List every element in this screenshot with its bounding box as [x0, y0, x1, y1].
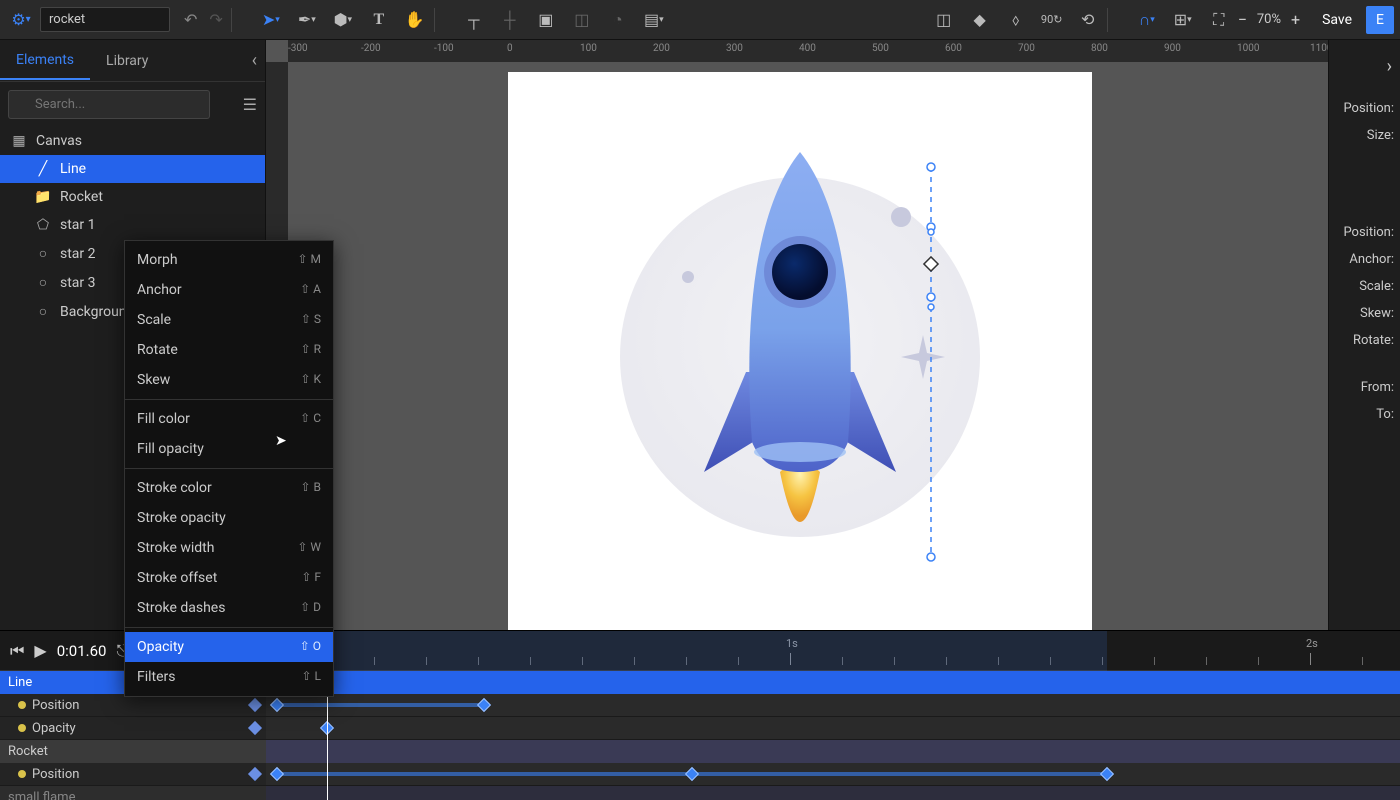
tree-node-canvas[interactable]: ▦ Canvas: [0, 127, 265, 155]
ctx-item-stroke-width[interactable]: Stroke width⇧ W: [125, 533, 333, 563]
tree-node-star1[interactable]: ⬠ star 1: [0, 211, 265, 239]
circle-icon: ○: [34, 303, 52, 320]
canvas-icon: ▦: [10, 133, 28, 149]
animate-context-menu: Morph⇧ MAnchor⇧ AScale⇧ SRotate⇧ RSkew⇧ …: [124, 240, 334, 697]
pen-tool[interactable]: ✒▾: [296, 9, 318, 31]
export-button[interactable]: E: [1366, 6, 1394, 34]
tab-library[interactable]: Library: [90, 43, 164, 79]
zoom-value[interactable]: 70%: [1257, 12, 1281, 27]
keyframe-dot-icon: [18, 724, 26, 732]
play-icon[interactable]: ▶: [34, 641, 46, 660]
text-tool[interactable]: T: [368, 9, 390, 31]
keyframe[interactable]: [477, 698, 491, 712]
stack-icon[interactable]: ▤▾: [643, 9, 665, 31]
rotate-90-icon[interactable]: 90↻: [1041, 9, 1063, 31]
keyframe[interactable]: [270, 698, 284, 712]
artboard[interactable]: [508, 72, 1092, 630]
snap-icon[interactable]: ∩▾: [1136, 9, 1158, 31]
ctx-item-opacity[interactable]: Opacity⇧ O: [125, 632, 333, 662]
ctx-item-filters[interactable]: Filters⇧ L: [125, 662, 333, 692]
ctx-item-anchor[interactable]: Anchor⇧ A: [125, 275, 333, 305]
circle-icon: ○: [34, 274, 52, 291]
zoom-out-button[interactable]: −: [1234, 10, 1251, 29]
keyframe[interactable]: [1100, 767, 1114, 781]
ctx-item-stroke-color[interactable]: Stroke color⇧ B: [125, 473, 333, 503]
ctx-item-skew[interactable]: Skew⇧ K: [125, 365, 333, 395]
redo-icon[interactable]: ↷: [209, 10, 222, 29]
grid-icon[interactable]: ⊞▾: [1172, 9, 1194, 31]
collapse-panel-icon[interactable]: ‹: [252, 50, 257, 71]
timeline-prop-opacity[interactable]: Opacity: [0, 717, 1400, 740]
save-button[interactable]: Save: [1322, 12, 1352, 28]
ctx-item-morph[interactable]: Morph⇧ M: [125, 245, 333, 275]
timeline-prop-position-rocket[interactable]: Position: [0, 763, 1400, 786]
pathfinder-icon[interactable]: ◔: [607, 9, 629, 31]
shape-tool[interactable]: ⬢▾: [332, 9, 354, 31]
skip-start-icon[interactable]: ⏮: [10, 641, 24, 661]
rocket-illustration: [508, 72, 1092, 630]
crop-icon[interactable]: ▣: [535, 9, 557, 31]
select-tool[interactable]: ➤▾: [260, 9, 282, 31]
ctx-item-fill-opacity[interactable]: Fill opacity: [125, 434, 333, 464]
align-top-icon[interactable]: ┬: [463, 9, 485, 31]
project-name-input[interactable]: [40, 7, 170, 32]
zoom-in-button[interactable]: +: [1287, 10, 1304, 29]
loop-region[interactable]: [266, 631, 1107, 671]
align-middle-icon[interactable]: ┼: [499, 9, 521, 31]
topbar: ⚙▾ ↶ ↷ ➤▾ ✒▾ ⬢▾ T ✋ ┬ ┼ ▣ ◫ ◔ ▤▾ ◫ ◆ ⬨ 9…: [0, 0, 1400, 40]
ctx-item-fill-color[interactable]: Fill color⇧ C: [125, 404, 333, 434]
bounds-icon[interactable]: ◫: [933, 9, 955, 31]
timeline-group-rocket[interactable]: Rocket: [0, 740, 1400, 763]
canvas-area[interactable]: -300-200-1000100200300400500600700800900…: [266, 40, 1328, 630]
ctx-item-stroke-opacity[interactable]: Stroke opacity: [125, 503, 333, 533]
ctx-item-scale[interactable]: Scale⇧ S: [125, 305, 333, 335]
line-icon: ╱: [34, 161, 52, 177]
panel-nav-right-icon[interactable]: ›: [1335, 50, 1394, 95]
ctx-item-stroke-dashes[interactable]: Stroke dashes⇧ D: [125, 593, 333, 623]
tree-node-rocket[interactable]: 📁 Rocket: [0, 183, 265, 211]
hand-tool[interactable]: ✋: [404, 9, 426, 31]
flip-v-icon[interactable]: ⬨: [1005, 9, 1027, 31]
keyframe-dot-icon: [18, 770, 26, 778]
polygon-icon: ⬠: [34, 217, 52, 233]
tab-elements[interactable]: Elements: [0, 42, 90, 80]
ctx-item-stroke-offset[interactable]: Stroke offset⇧ F: [125, 563, 333, 593]
keyframe[interactable]: [685, 767, 699, 781]
timeline-group-smallflame[interactable]: small flame: [0, 786, 1400, 800]
keyframe[interactable]: [270, 767, 284, 781]
undo-icon[interactable]: ↶: [184, 10, 197, 29]
mask-icon[interactable]: ◫: [571, 9, 593, 31]
search-input[interactable]: [8, 90, 210, 119]
time-display[interactable]: 0:01.60: [57, 642, 107, 660]
refresh-icon[interactable]: ⟲: [1077, 9, 1099, 31]
ruler-horizontal: -300-200-1000100200300400500600700800900…: [288, 40, 1328, 62]
flip-h-icon[interactable]: ◆: [969, 9, 991, 31]
inspector-panel: › Position: Size: Position: Anchor: Scal…: [1328, 40, 1400, 630]
keyframe-dot-icon: [18, 701, 26, 709]
list-settings-icon[interactable]: ☰: [243, 95, 257, 114]
ctx-item-rotate[interactable]: Rotate⇧ R: [125, 335, 333, 365]
timeline-prop-position[interactable]: Position: [0, 694, 1400, 717]
settings-icon[interactable]: ⚙▾: [6, 10, 36, 29]
fit-icon[interactable]: ⛶: [1208, 9, 1230, 31]
folder-icon: 📁: [34, 189, 52, 205]
zoom-control: − 70% +: [1234, 10, 1304, 29]
tree-node-line[interactable]: ╱ Line: [0, 155, 265, 183]
circle-icon: ○: [34, 245, 52, 262]
